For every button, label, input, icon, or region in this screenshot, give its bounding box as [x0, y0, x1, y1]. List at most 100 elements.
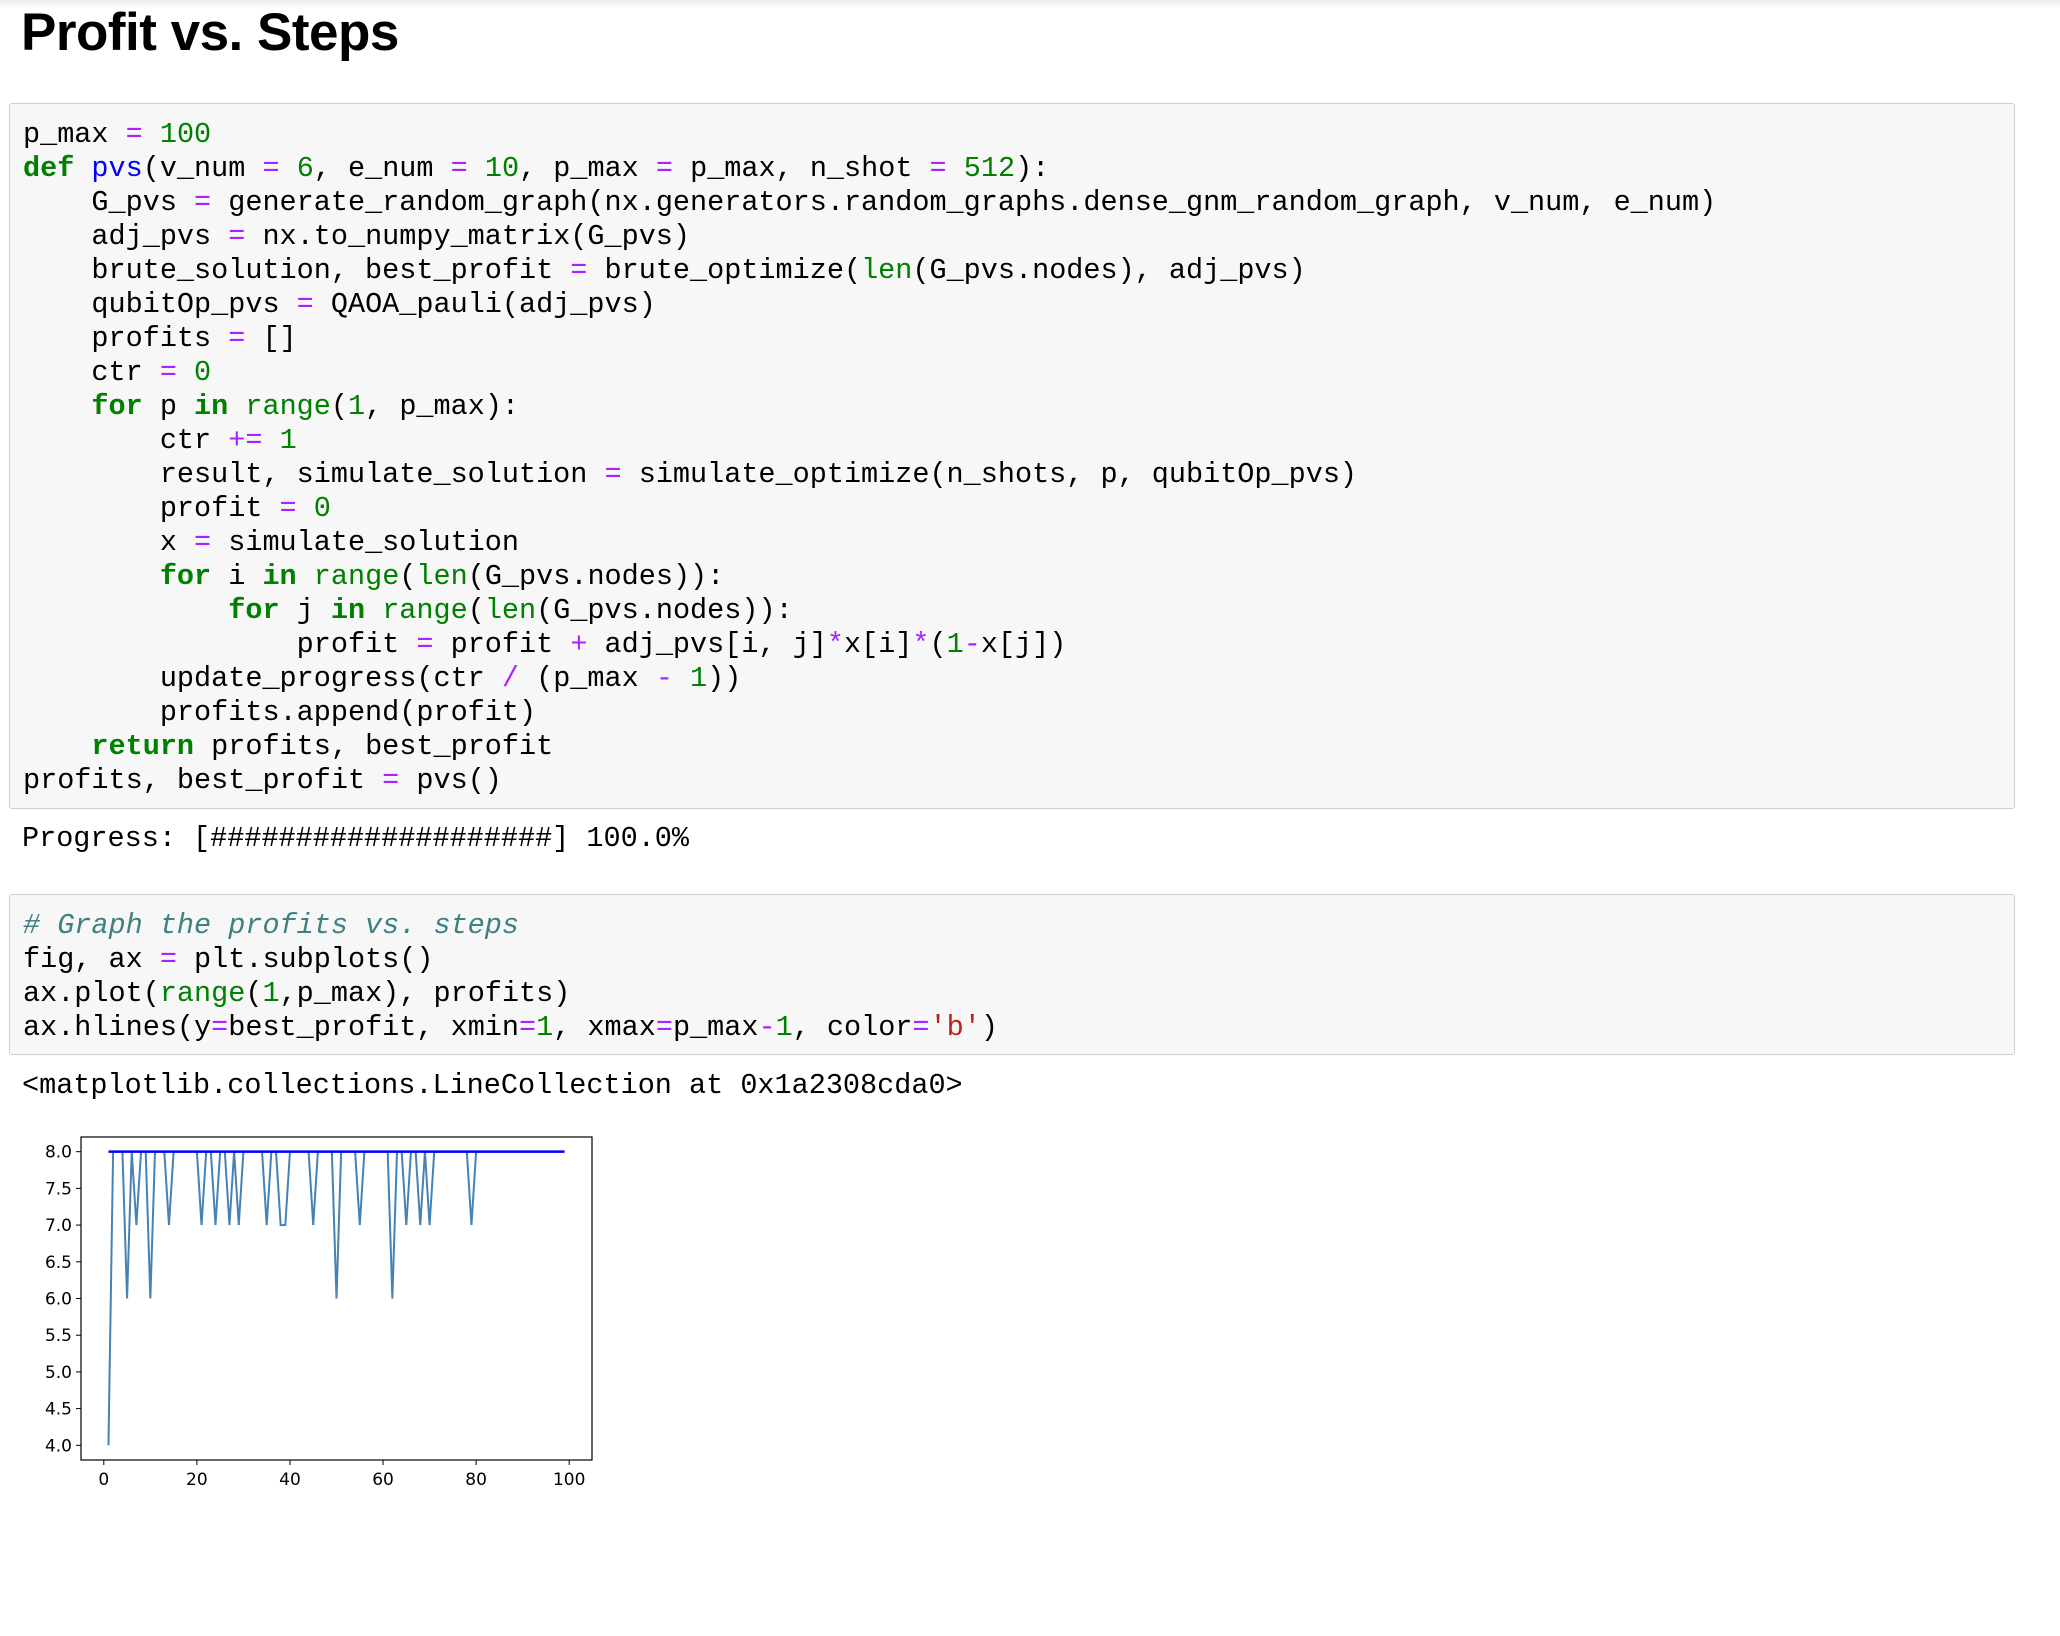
code-token: i: [211, 560, 263, 593]
code-token: =: [279, 492, 297, 525]
code-token: =: [262, 152, 280, 185]
code-token: =: [519, 1011, 537, 1044]
code-line: return profits, best_profit: [23, 730, 553, 763]
code-token: 512: [963, 152, 1016, 185]
code-token: =: [604, 458, 622, 491]
code-token: 1: [775, 1011, 793, 1044]
code-token: # Graph the profits vs. steps: [23, 909, 519, 942]
y-tick-label: 5.0: [45, 1363, 72, 1383]
code-line: for j in range(len(G_pvs.nodes)):: [23, 594, 793, 627]
code-editor-plot[interactable]: # Graph the profits vs. steps fig, ax = …: [10, 895, 2014, 1045]
code-line: profit = profit + adj_pvs[i, j]*x[i]*(1-…: [23, 628, 1067, 661]
code-line: def pvs(v_num = 6, e_num = 10, p_max = p…: [23, 152, 1049, 185]
code-token: /: [501, 662, 519, 695]
code-token: for: [159, 560, 212, 593]
code-token: (: [399, 560, 417, 593]
code-line: fig, ax = plt.subplots(): [23, 943, 433, 976]
y-tick-label: 5.5: [45, 1326, 72, 1346]
y-tick-label: 4.5: [45, 1400, 72, 1420]
code-cell-pvs[interactable]: p_max = 100 def pvs(v_num = 6, e_num = 1…: [9, 103, 2015, 809]
code-token: (: [245, 977, 263, 1010]
code-token: profit: [433, 628, 571, 661]
code-token: ax.hlines(y: [23, 1011, 212, 1044]
code-token: , e_num: [313, 152, 451, 185]
page-title: Profit vs. Steps: [21, 3, 399, 62]
code-token: pvs: [91, 152, 143, 185]
code-token: =: [228, 322, 246, 355]
code-token: profit: [23, 492, 280, 525]
code-token: +=: [228, 424, 263, 457]
y-tick-label: 7.5: [45, 1179, 72, 1199]
code-line: profits.append(profit): [23, 696, 536, 729]
code-line: # Graph the profits vs. steps: [23, 909, 519, 942]
code-token: range: [382, 594, 468, 627]
code-token: profit: [23, 628, 417, 661]
code-token: =: [912, 1011, 930, 1044]
code-token: p_max: [23, 118, 126, 151]
progress-output: Progress: [####################] 100.0%: [22, 822, 690, 855]
code-token: 1: [262, 977, 280, 1010]
code-token: []: [245, 322, 297, 355]
code-token: *: [826, 628, 844, 661]
code-token: -: [655, 662, 673, 695]
code-token: range: [245, 390, 331, 423]
code-token: x[j]): [980, 628, 1067, 661]
code-token: =: [655, 1011, 673, 1044]
code-token: nx.to_numpy_matrix(G_pvs): [245, 220, 691, 253]
code-token: (G_pvs.nodes)):: [536, 594, 793, 627]
code-token: =: [211, 1011, 229, 1044]
code-token: (G_pvs.nodes), adj_pvs): [912, 254, 1306, 287]
code-token: len: [484, 594, 537, 627]
code-token: brute_solution, best_profit: [23, 254, 571, 287]
code-token: =: [929, 152, 947, 185]
code-token: x: [23, 526, 195, 559]
code-token: profits, best_profit: [23, 764, 383, 797]
code-token: =: [655, 152, 673, 185]
code-token: , p_max):: [365, 390, 520, 423]
code-token: in: [262, 560, 297, 593]
code-token: =: [296, 288, 314, 321]
code-token: G_pvs: [23, 186, 195, 219]
code-token: update_progress(ctr: [23, 662, 502, 695]
code-line: for i in range(len(G_pvs.nodes)):: [23, 560, 724, 593]
code-token: =: [382, 764, 400, 797]
code-token: fig, ax: [23, 943, 160, 976]
code-token: best_profit, xmin: [228, 1011, 519, 1044]
code-token: QAOA_pauli(adj_pvs): [313, 288, 656, 321]
code-cell-plot[interactable]: # Graph the profits vs. steps fig, ax = …: [9, 894, 2015, 1055]
code-line: ctr += 1: [23, 424, 297, 457]
code-token: (p_max: [519, 662, 656, 695]
code-line: brute_solution, best_profit = brute_opti…: [23, 254, 1306, 287]
code-token: p_max, n_shot: [673, 152, 930, 185]
code-token: 6: [296, 152, 314, 185]
code-token: pvs(): [399, 764, 502, 797]
code-editor-pvs[interactable]: p_max = 100 def pvs(v_num = 6, e_num = 1…: [10, 104, 2014, 798]
code-token: ,p_max), profits): [279, 977, 571, 1010]
code-token: , xmax: [553, 1011, 656, 1044]
profit-plot: 4.0 4.5 5.0 5.5 6.0 6.5 7.0 7.5 8.0 0 20 40 60 80 100: [20, 1130, 780, 1630]
code-token: p: [142, 390, 195, 423]
code-token: )): [707, 662, 742, 695]
code-token: (v_num: [142, 152, 263, 185]
code-line: qubitOp_pvs = QAOA_pauli(adj_pvs): [23, 288, 656, 321]
code-token: adj_pvs: [23, 220, 229, 253]
code-token: profits.append(profit): [23, 696, 537, 729]
code-token: =: [159, 356, 177, 389]
x-tick-label: 100: [553, 1470, 585, 1490]
y-tick-label: 6.0: [45, 1290, 72, 1310]
code-token: , color: [792, 1011, 913, 1044]
code-line: ax.plot(range(1,p_max), profits): [23, 977, 570, 1010]
x-tick-label: 0: [98, 1470, 109, 1490]
code-line: for p in range(1, p_max):: [23, 390, 519, 423]
y-tick-label: 8.0: [45, 1143, 72, 1163]
code-token: , p_max: [519, 152, 656, 185]
plot-return-output: <matplotlib.collections.LineCollection a…: [22, 1069, 963, 1102]
